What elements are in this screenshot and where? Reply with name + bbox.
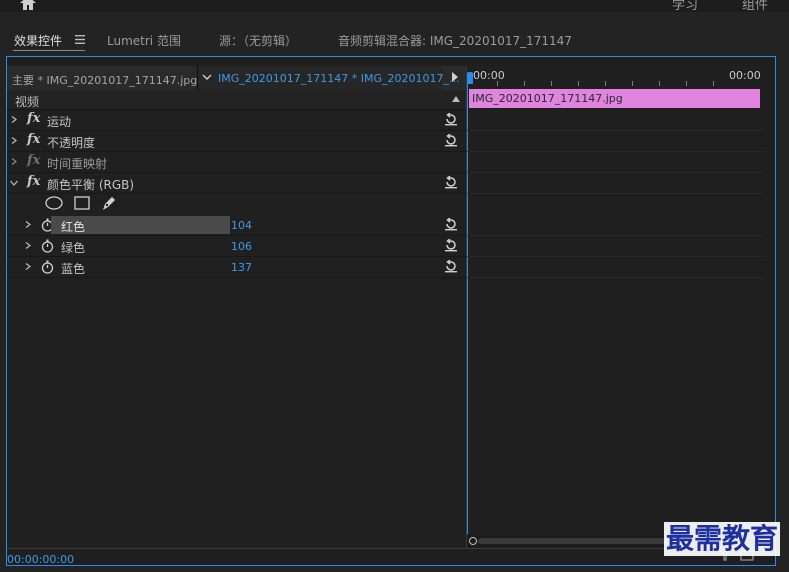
reset-icon[interactable]: [444, 176, 458, 189]
playhead-handle[interactable]: [467, 72, 473, 84]
ruler-tick: [686, 81, 687, 86]
zoom-handle[interactable]: [469, 537, 477, 545]
effect-name: 不透明度: [47, 136, 96, 150]
param-name: 绿色: [61, 241, 86, 255]
ruler-tick: [524, 81, 525, 86]
master-clip-label[interactable]: 主要 * IMG_20201017_171147.jpg: [12, 72, 197, 88]
effect-row-time-remapping[interactable]: fx 时间重映射: [7, 152, 466, 173]
param-row-green[interactable]: 绿色 106: [7, 236, 466, 257]
ruler-start-time: 00:00: [473, 69, 505, 82]
chevron-right-icon[interactable]: [11, 158, 17, 165]
param-name: 红色: [61, 220, 86, 234]
chevron-right-icon[interactable]: [25, 242, 31, 249]
reset-icon[interactable]: [444, 239, 458, 252]
ruler-tick: [497, 81, 498, 86]
timeline-clip-label: IMG_20201017_171147.jpg: [472, 92, 623, 105]
video-section-header[interactable]: 视频: [7, 90, 466, 110]
chevron-right-icon[interactable]: [25, 221, 31, 228]
panel-menu-icon[interactable]: [75, 35, 85, 44]
param-value[interactable]: 106: [231, 240, 252, 253]
timeline-row-line: [467, 193, 763, 194]
sequence-clip-selector[interactable]: IMG_20201017_171147 * IMG_20201017_...: [197, 66, 459, 90]
mask-tools: [7, 195, 466, 214]
reset-icon[interactable]: [444, 260, 458, 273]
ruler-end-time: 00:00: [729, 69, 761, 82]
workspace-bar: 学习 组件: [0, 0, 789, 12]
timeline-ruler[interactable]: 00:00 00:00: [467, 66, 763, 88]
video-section-label: 视频: [15, 95, 40, 109]
timeline-row-line: [467, 235, 763, 236]
tab-source[interactable]: 源：（无剪辑）: [219, 32, 297, 49]
timeline-row-line: [467, 130, 763, 131]
ruler-tick: [551, 81, 552, 86]
fx-icon[interactable]: fx: [27, 111, 40, 126]
effect-name: 颜色平衡 (RGB): [47, 178, 135, 192]
tab-audio-clip-mixer[interactable]: 音频剪辑混合器: IMG_20201017_171147: [338, 32, 572, 49]
ruler-tick: [713, 81, 714, 86]
param-value[interactable]: 137: [231, 261, 252, 274]
watermark-logo: 最需教育: [664, 522, 781, 556]
param-row-red[interactable]: 红色 104: [7, 215, 466, 236]
timeline-row-line: [467, 172, 763, 173]
tab-lumetri-scopes[interactable]: Lumetri 范围: [107, 32, 181, 49]
source-bar: 主要 * IMG_20201017_171147.jpg IMG_2020101…: [7, 66, 466, 91]
chevron-right-icon[interactable]: [11, 116, 17, 123]
rectangle-mask-icon[interactable]: [74, 196, 90, 210]
timeline-row-line: [467, 151, 763, 152]
workspace-assemble[interactable]: 组件: [742, 0, 768, 12]
home-icon[interactable]: [18, 0, 38, 10]
param-row-blue[interactable]: 蓝色 137: [7, 257, 466, 278]
stopwatch-icon[interactable]: [41, 260, 54, 274]
ruler-tick: [578, 81, 579, 86]
fx-icon: fx: [27, 153, 41, 168]
chevron-right-icon[interactable]: [11, 137, 17, 144]
stopwatch-icon[interactable]: [41, 239, 54, 253]
chevron-down-icon[interactable]: [10, 180, 18, 186]
workspace-learn[interactable]: 学习: [672, 0, 698, 12]
current-timecode[interactable]: 00:00:00:00: [7, 553, 74, 566]
active-tab-underline: [13, 50, 85, 51]
param-name: 蓝色: [61, 262, 86, 276]
effect-name: 时间重映射: [47, 157, 108, 171]
effect-row-opacity[interactable]: fx 不透明度: [7, 131, 466, 152]
effect-row-motion[interactable]: fx 运动: [7, 110, 466, 131]
tab-effect-controls[interactable]: 效果控件: [14, 32, 62, 49]
reset-icon[interactable]: [444, 134, 458, 147]
timeline-row-line: [467, 277, 763, 278]
timeline-clip[interactable]: IMG_20201017_171147.jpg: [469, 89, 760, 108]
timeline-row-line: [467, 256, 763, 257]
play-icon[interactable]: [452, 72, 458, 82]
sequence-clip-label: IMG_20201017_171147 * IMG_20201017_...: [218, 72, 460, 85]
param-value[interactable]: 104: [231, 219, 252, 232]
ellipse-mask-icon[interactable]: [45, 196, 63, 210]
panel-tabs: 效果控件 Lumetri 范围 源：（无剪辑） 音频剪辑混合器: IMG_202…: [0, 24, 789, 54]
chevron-down-icon: [202, 74, 212, 80]
chevron-right-icon[interactable]: [25, 263, 31, 270]
collapse-up-icon[interactable]: [452, 96, 460, 102]
status-bar: 00:00:00:00: [7, 548, 775, 566]
ruler-tick: [605, 81, 606, 86]
ruler-tick: [632, 81, 633, 86]
ruler-tick: [659, 81, 660, 86]
effect-name: 运动: [47, 115, 72, 129]
pen-mask-icon[interactable]: [101, 195, 117, 211]
reset-icon[interactable]: [444, 218, 458, 231]
fx-icon[interactable]: fx: [27, 132, 40, 147]
fx-icon[interactable]: fx: [27, 174, 40, 189]
reset-icon[interactable]: [444, 113, 458, 126]
effect-row-color-balance[interactable]: fx 颜色平衡 (RGB): [7, 173, 466, 194]
